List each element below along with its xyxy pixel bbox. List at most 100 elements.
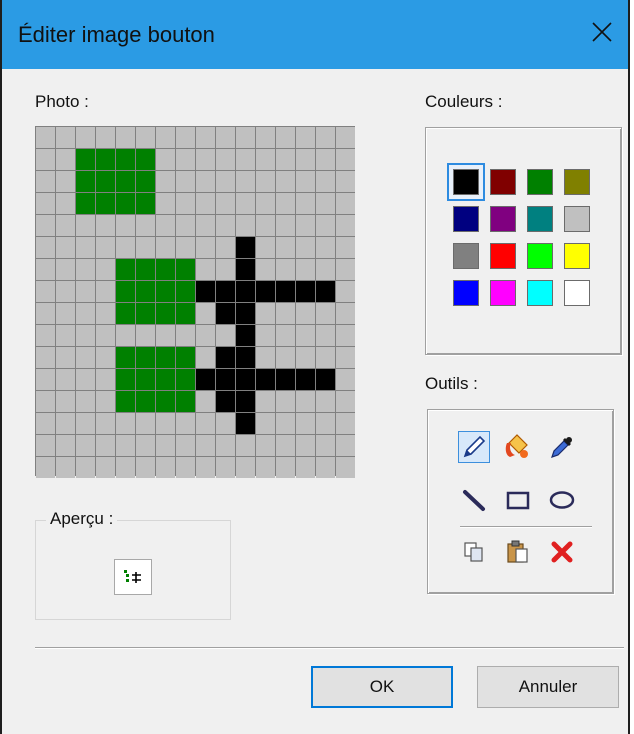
pixel-cell[interactable] — [136, 127, 155, 148]
pixel-cell[interactable] — [276, 325, 295, 346]
pixel-cell[interactable] — [236, 127, 255, 148]
pixel-cell[interactable] — [96, 193, 115, 214]
pixel-cell[interactable] — [136, 259, 155, 280]
pixel-cell[interactable] — [176, 127, 195, 148]
pixel-cell[interactable] — [336, 369, 355, 390]
pixel-cell[interactable] — [236, 149, 255, 170]
color-swatch[interactable] — [564, 280, 590, 306]
pixel-cell[interactable] — [76, 413, 95, 434]
pixel-cell[interactable] — [136, 391, 155, 412]
color-swatch[interactable] — [527, 243, 553, 269]
pixel-cell[interactable] — [336, 259, 355, 280]
pixel-cell[interactable] — [36, 347, 55, 368]
pixel-cell[interactable] — [196, 413, 215, 434]
pixel-cell[interactable] — [256, 303, 275, 324]
pixel-cell[interactable] — [196, 303, 215, 324]
pixel-cell[interactable] — [296, 413, 315, 434]
pixel-cell[interactable] — [256, 347, 275, 368]
pixel-cell[interactable] — [116, 193, 135, 214]
pixel-cell[interactable] — [116, 413, 135, 434]
pixel-cell[interactable] — [156, 435, 175, 456]
pixel-cell[interactable] — [296, 237, 315, 258]
pixel-cell[interactable] — [316, 193, 335, 214]
color-swatch[interactable] — [490, 280, 516, 306]
pixel-cell[interactable] — [276, 391, 295, 412]
pixel-cell[interactable] — [216, 215, 235, 236]
pixel-cell[interactable] — [156, 259, 175, 280]
pixel-cell[interactable] — [136, 347, 155, 368]
pixel-cell[interactable] — [196, 347, 215, 368]
pixel-cell[interactable] — [316, 369, 335, 390]
pixel-cell[interactable] — [196, 215, 215, 236]
pixel-cell[interactable] — [56, 127, 75, 148]
pixel-cell[interactable] — [116, 347, 135, 368]
pixel-cell[interactable] — [56, 435, 75, 456]
pixel-cell[interactable] — [256, 391, 275, 412]
pixel-cell[interactable] — [116, 391, 135, 412]
pixel-cell[interactable] — [56, 259, 75, 280]
color-swatch[interactable] — [564, 206, 590, 232]
pixel-cell[interactable] — [76, 149, 95, 170]
preview-button[interactable] — [114, 559, 152, 595]
pixel-cell[interactable] — [176, 171, 195, 192]
pixel-cell[interactable] — [216, 457, 235, 478]
pixel-cell[interactable] — [336, 281, 355, 302]
pixel-cell[interactable] — [176, 413, 195, 434]
pixel-cell[interactable] — [156, 171, 175, 192]
pixel-cell[interactable] — [296, 369, 315, 390]
pixel-cell[interactable] — [296, 435, 315, 456]
pixel-cell[interactable] — [176, 281, 195, 302]
pixel-cell[interactable] — [136, 457, 155, 478]
pixel-cell[interactable] — [316, 413, 335, 434]
pixel-cell[interactable] — [176, 325, 195, 346]
pixel-cell[interactable] — [76, 347, 95, 368]
pixel-cell[interactable] — [56, 303, 75, 324]
pixel-cell[interactable] — [36, 193, 55, 214]
pixel-cell[interactable] — [256, 127, 275, 148]
pixel-cell[interactable] — [156, 325, 175, 346]
pixel-cell[interactable] — [296, 325, 315, 346]
pixel-cell[interactable] — [336, 127, 355, 148]
pixel-cell[interactable] — [236, 281, 255, 302]
pixel-cell[interactable] — [76, 369, 95, 390]
pixel-cell[interactable] — [36, 435, 55, 456]
pixel-cell[interactable] — [176, 303, 195, 324]
pixel-cell[interactable] — [56, 347, 75, 368]
pixel-cell[interactable] — [116, 435, 135, 456]
copy-tool[interactable] — [458, 536, 490, 568]
pixel-cell[interactable] — [76, 457, 95, 478]
pixel-cell[interactable] — [296, 347, 315, 368]
pixel-cell[interactable] — [36, 215, 55, 236]
pixel-cell[interactable] — [136, 325, 155, 346]
pixel-cell[interactable] — [316, 325, 335, 346]
pixel-cell[interactable] — [316, 259, 335, 280]
pixel-cell[interactable] — [96, 369, 115, 390]
pixel-cell[interactable] — [276, 347, 295, 368]
pixel-cell[interactable] — [276, 281, 295, 302]
pixel-cell[interactable] — [216, 325, 235, 346]
pixel-cell[interactable] — [96, 457, 115, 478]
pixel-cell[interactable] — [276, 215, 295, 236]
color-swatch[interactable] — [453, 206, 479, 232]
pixel-grid[interactable] — [35, 126, 355, 478]
pixel-cell[interactable] — [156, 149, 175, 170]
pixel-cell[interactable] — [136, 237, 155, 258]
pixel-cell[interactable] — [96, 325, 115, 346]
pixel-cell[interactable] — [36, 259, 55, 280]
pixel-cell[interactable] — [276, 457, 295, 478]
pixel-cell[interactable] — [216, 127, 235, 148]
pixel-cell[interactable] — [236, 391, 255, 412]
pixel-cell[interactable] — [196, 193, 215, 214]
pixel-cell[interactable] — [156, 303, 175, 324]
pixel-cell[interactable] — [216, 391, 235, 412]
pixel-cell[interactable] — [36, 391, 55, 412]
pixel-cell[interactable] — [296, 193, 315, 214]
color-swatch[interactable] — [490, 206, 516, 232]
pixel-cell[interactable] — [56, 369, 75, 390]
pixel-cell[interactable] — [176, 259, 195, 280]
pixel-cell[interactable] — [176, 369, 195, 390]
pixel-cell[interactable] — [336, 435, 355, 456]
pixel-cell[interactable] — [216, 171, 235, 192]
pixel-cell[interactable] — [56, 149, 75, 170]
pixel-cell[interactable] — [316, 237, 335, 258]
